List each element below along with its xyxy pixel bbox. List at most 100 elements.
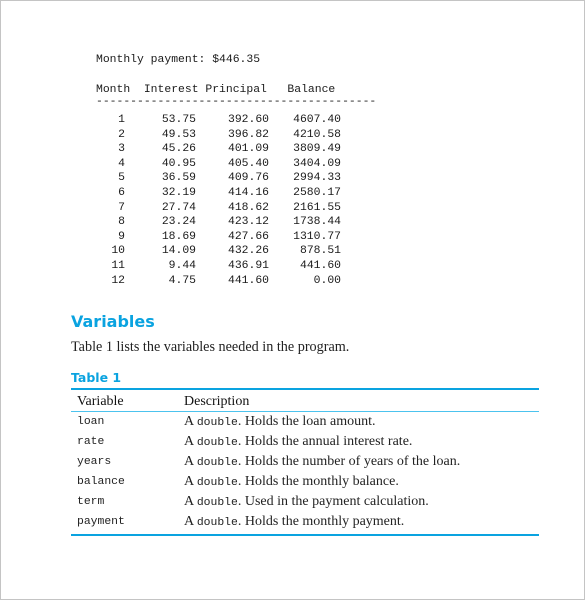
interest-cell: 23.24: [161, 216, 196, 229]
variables-table-header-row: Variable Description: [71, 389, 539, 412]
principal-cell: 441.60: [227, 274, 269, 287]
description-text: . Holds the monthly payment.: [237, 514, 405, 529]
balance-cell: 4607.40: [293, 114, 341, 126]
variable-name: payment: [77, 516, 125, 528]
balance-cell: 878.51: [299, 245, 341, 258]
interest-cell: 53.75: [161, 114, 196, 126]
section-intro-text: Table 1 lists the variables needed in th…: [71, 339, 350, 355]
interest-cell: 45.26: [161, 143, 196, 156]
amortization-row: 6 32.19 414.16 2580.17: [96, 186, 341, 201]
description-prefix: A: [184, 434, 197, 449]
interest-cell: 40.95: [161, 157, 196, 170]
table-caption: Table 1: [71, 370, 122, 385]
amortization-row: 11 9.44 436.91 441.60: [96, 259, 341, 274]
variable-description: A double. Used in the payment calculatio…: [178, 492, 539, 512]
balance-cell: 441.60: [299, 259, 341, 272]
description-prefix: A: [184, 454, 197, 469]
principal-cell: 396.82: [227, 128, 269, 141]
description-text: . Holds the loan amount.: [237, 414, 376, 429]
amortization-row: 10 14.09 432.26 878.51: [96, 244, 341, 259]
header-description: Description: [178, 389, 539, 412]
section-heading-variables: Variables: [71, 312, 155, 331]
variable-type: double: [196, 477, 238, 489]
balance-cell: 0.00: [313, 274, 341, 287]
month-cell: 5: [118, 172, 125, 185]
variable-description: A double. Holds the number of years of t…: [178, 452, 539, 472]
description-prefix: A: [184, 414, 197, 429]
amortization-row: 8 23.24 423.12 1738.44: [96, 215, 341, 230]
principal-cell: 436.91: [227, 259, 269, 272]
amortization-divider: ----------------------------------------…: [96, 96, 377, 108]
description-text: . Used in the payment calculation.: [237, 494, 429, 509]
principal-cell: 401.09: [227, 143, 269, 156]
variable-name: rate: [77, 436, 105, 448]
month-cell: 8: [118, 216, 125, 229]
principal-cell: 427.66: [227, 230, 269, 243]
description-text: . Holds the annual interest rate.: [237, 434, 413, 449]
principal-cell: 392.60: [227, 114, 269, 126]
header-variable: Variable: [71, 389, 178, 412]
month-cell: 9: [118, 230, 125, 243]
variable-row: loan A double. Holds the loan amount.: [71, 412, 539, 433]
variable-name: loan: [77, 416, 105, 428]
balance-cell: 4210.58: [293, 128, 341, 141]
month-cell: 1: [118, 114, 125, 126]
month-cell: 2: [118, 128, 125, 141]
month-cell: 7: [118, 201, 125, 214]
amortization-row: 9 18.69 427.66 1310.77: [96, 230, 341, 245]
interest-cell: 4.75: [168, 274, 196, 287]
variable-type: double: [196, 457, 238, 469]
balance-cell: 3809.49: [293, 143, 341, 156]
variable-name: term: [77, 496, 105, 508]
principal-cell: 432.26: [227, 245, 269, 258]
principal-cell: 405.40: [227, 157, 269, 170]
variable-type: double: [196, 437, 238, 449]
principal-cell: 409.76: [227, 172, 269, 185]
amortization-row: 5 36.59 409.76 2994.33: [96, 171, 341, 186]
interest-cell: 32.19: [161, 186, 196, 199]
variable-row: balance A double. Holds the monthly balan…: [71, 472, 539, 492]
description-prefix: A: [184, 514, 197, 529]
month-cell: 6: [118, 186, 125, 199]
description-prefix: A: [184, 494, 197, 509]
principal-cell: 423.12: [227, 216, 269, 229]
balance-cell: 1310.77: [293, 230, 341, 243]
variable-description: A double. Holds the monthly balance.: [178, 472, 539, 492]
variable-type: double: [196, 497, 238, 509]
balance-cell: 2994.33: [293, 172, 341, 185]
variable-description: A double. Holds the annual interest rate…: [178, 432, 539, 452]
variable-name: balance: [77, 476, 125, 488]
description-text: . Holds the number of years of the loan.: [237, 454, 461, 469]
amortization-row: 1 53.75 392.60 4607.40: [96, 113, 341, 128]
balance-cell: 1738.44: [293, 216, 341, 229]
month-cell: 12: [111, 274, 125, 287]
interest-cell: 18.69: [161, 230, 196, 243]
interest-cell: 49.53: [161, 128, 196, 141]
balance-cell: 2580.17: [293, 186, 341, 199]
month-cell: 4: [118, 157, 125, 170]
amortization-row: 12 4.75 441.60 0.00: [96, 274, 341, 289]
variables-table: Variable Description loan A double. Holds…: [71, 388, 539, 536]
amortization-row: 4 40.95 405.40 3404.09: [96, 157, 341, 172]
variable-row: rate A double. Holds the annual interest …: [71, 432, 539, 452]
variable-row: years A double. Holds the number of years…: [71, 452, 539, 472]
amortization-row: 2 49.53 396.82 4210.58: [96, 128, 341, 143]
description-prefix: A: [184, 474, 197, 489]
variable-description: A double. Holds the loan amount.: [178, 412, 539, 433]
variable-row: term A double. Used in the payment calcul…: [71, 492, 539, 512]
interest-cell: 9.44: [168, 259, 196, 272]
month-cell: 10: [111, 245, 125, 258]
monthly-payment-output: Monthly payment: $446.35: [96, 54, 261, 66]
principal-cell: 418.62: [227, 201, 269, 214]
variable-name: years: [77, 456, 112, 468]
balance-cell: 2161.55: [293, 201, 341, 214]
interest-cell: 36.59: [161, 172, 196, 185]
interest-cell: 27.74: [161, 201, 196, 214]
variable-description: A double. Holds the monthly payment.: [178, 512, 539, 535]
interest-cell: 14.09: [161, 245, 196, 258]
variable-row: payment A double. Holds the monthly payme…: [71, 512, 539, 535]
amortization-row: 7 27.74 418.62 2161.55: [96, 201, 341, 216]
amortization-table: 1 53.75 392.60 4607.40 2 49.53 396.82 4210.58 3 4…: [96, 113, 341, 288]
document-page: Monthly payment: $446.35 Month Interest …: [0, 0, 585, 600]
month-cell: 11: [111, 259, 125, 272]
